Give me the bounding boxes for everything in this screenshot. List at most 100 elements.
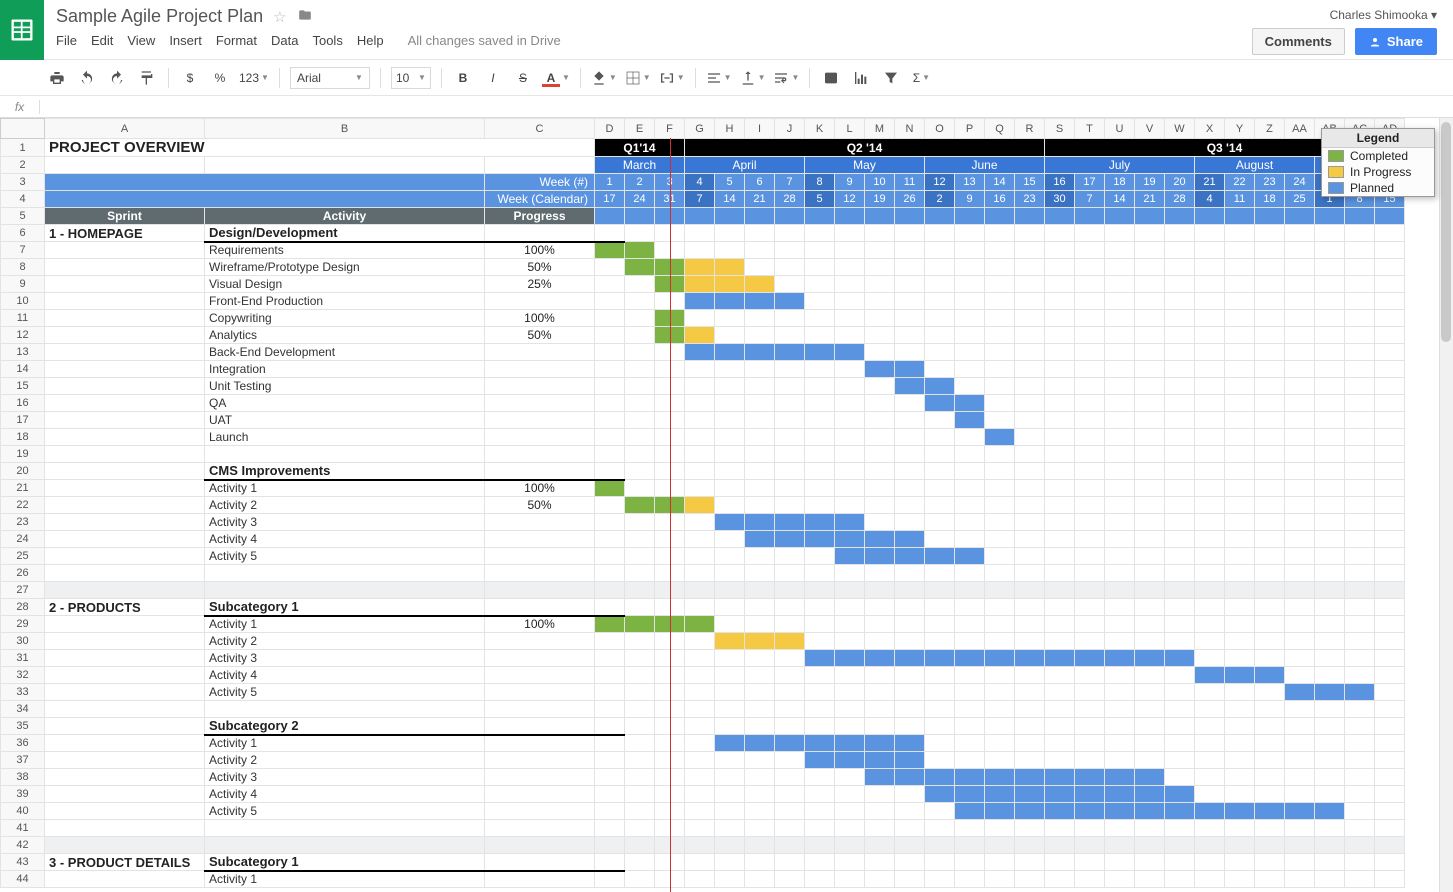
row-header[interactable]: 10: [1, 293, 45, 310]
menu-edit[interactable]: Edit: [91, 33, 113, 48]
progress-cell[interactable]: [485, 803, 595, 820]
row-header[interactable]: 31: [1, 650, 45, 667]
row-header[interactable]: 6: [1, 225, 45, 242]
row-header[interactable]: 8: [1, 259, 45, 276]
col-header[interactable]: H: [715, 119, 745, 139]
v-align-icon[interactable]: ▼: [740, 66, 766, 90]
star-icon[interactable]: ☆: [273, 8, 286, 26]
activity-cell[interactable]: [205, 446, 485, 463]
row-header[interactable]: 34: [1, 701, 45, 718]
activity-cell[interactable]: Front-End Production: [205, 293, 485, 310]
undo-icon[interactable]: [76, 66, 98, 90]
activity-cell[interactable]: Activity 4: [205, 667, 485, 684]
col-header[interactable]: J: [775, 119, 805, 139]
activity-cell[interactable]: Launch: [205, 429, 485, 446]
activity-cell[interactable]: Analytics: [205, 327, 485, 344]
row-header[interactable]: 12: [1, 327, 45, 344]
col-header[interactable]: A: [45, 119, 205, 139]
row-header[interactable]: 7: [1, 242, 45, 259]
row-header[interactable]: 27: [1, 582, 45, 599]
col-header[interactable]: Z: [1255, 119, 1285, 139]
activity-cell[interactable]: [205, 820, 485, 837]
progress-cell[interactable]: [485, 701, 595, 718]
progress-cell[interactable]: [485, 820, 595, 837]
col-header[interactable]: X: [1195, 119, 1225, 139]
row-header[interactable]: 19: [1, 446, 45, 463]
row-header[interactable]: 2: [1, 157, 45, 174]
progress-cell[interactable]: [485, 446, 595, 463]
merge-cells-icon[interactable]: ▼: [659, 66, 685, 90]
col-header[interactable]: Q: [985, 119, 1015, 139]
h-align-icon[interactable]: ▼: [706, 66, 732, 90]
col-header[interactable]: S: [1045, 119, 1075, 139]
activity-cell[interactable]: UAT: [205, 412, 485, 429]
progress-cell[interactable]: [485, 531, 595, 548]
menu-help[interactable]: Help: [357, 33, 384, 48]
text-wrap-icon[interactable]: ▼: [773, 66, 799, 90]
progress-cell[interactable]: [485, 344, 595, 361]
font-size-select[interactable]: 10▼: [391, 67, 431, 89]
col-header[interactable]: O: [925, 119, 955, 139]
activity-cell[interactable]: Activity 5: [205, 803, 485, 820]
row-header[interactable]: 3: [1, 174, 45, 191]
text-color-icon[interactable]: A▼: [542, 66, 570, 90]
bold-icon[interactable]: B: [452, 66, 474, 90]
activity-cell[interactable]: Activity 5: [205, 684, 485, 701]
col-header[interactable]: G: [685, 119, 715, 139]
progress-cell[interactable]: 50%: [485, 497, 595, 514]
comments-button[interactable]: Comments: [1252, 28, 1345, 55]
filter-icon[interactable]: [880, 66, 902, 90]
progress-cell[interactable]: [485, 684, 595, 701]
row-header[interactable]: 38: [1, 769, 45, 786]
progress-cell[interactable]: [485, 565, 595, 582]
row-header[interactable]: 39: [1, 786, 45, 803]
progress-cell[interactable]: 25%: [485, 276, 595, 293]
menu-view[interactable]: View: [127, 33, 155, 48]
row-header[interactable]: 23: [1, 514, 45, 531]
col-header[interactable]: I: [745, 119, 775, 139]
activity-cell[interactable]: Integration: [205, 361, 485, 378]
progress-cell[interactable]: [485, 378, 595, 395]
row-header[interactable]: 36: [1, 735, 45, 752]
activity-cell[interactable]: Activity 1: [205, 616, 485, 633]
row-header[interactable]: 11: [1, 310, 45, 327]
col-header[interactable]: N: [895, 119, 925, 139]
paint-format-icon[interactable]: [136, 66, 158, 90]
progress-cell[interactable]: [485, 412, 595, 429]
progress-cell[interactable]: 100%: [485, 616, 595, 633]
row-header[interactable]: 43: [1, 854, 45, 871]
row-header[interactable]: 9: [1, 276, 45, 293]
progress-cell[interactable]: 100%: [485, 310, 595, 327]
col-header[interactable]: T: [1075, 119, 1105, 139]
col-header[interactable]: D: [595, 119, 625, 139]
col-header[interactable]: K: [805, 119, 835, 139]
progress-cell[interactable]: [485, 395, 595, 412]
scroll-thumb[interactable]: [1441, 122, 1451, 342]
progress-cell[interactable]: 50%: [485, 259, 595, 276]
progress-cell[interactable]: [485, 361, 595, 378]
row-header[interactable]: 35: [1, 718, 45, 735]
print-icon[interactable]: [46, 66, 68, 90]
progress-cell[interactable]: [485, 786, 595, 803]
row-header[interactable]: 42: [1, 837, 45, 854]
italic-icon[interactable]: I: [482, 66, 504, 90]
col-header[interactable]: E: [625, 119, 655, 139]
activity-cell[interactable]: Activity 4: [205, 531, 485, 548]
col-header[interactable]: Y: [1225, 119, 1255, 139]
row-header[interactable]: 17: [1, 412, 45, 429]
menu-tools[interactable]: Tools: [312, 33, 342, 48]
row-header[interactable]: 25: [1, 548, 45, 565]
row-header[interactable]: 1: [1, 139, 45, 157]
progress-cell[interactable]: 100%: [485, 480, 595, 497]
row-header[interactable]: 40: [1, 803, 45, 820]
progress-cell[interactable]: [485, 769, 595, 786]
activity-cell[interactable]: Activity 3: [205, 769, 485, 786]
activity-cell[interactable]: [205, 565, 485, 582]
spreadsheet-grid[interactable]: ABCDEFGHIJKLMNOPQRSTUVWXYZAAABACAD1PROJE…: [0, 118, 1405, 888]
insert-chart-icon[interactable]: [850, 66, 872, 90]
progress-cell[interactable]: [485, 752, 595, 769]
progress-cell[interactable]: [485, 633, 595, 650]
col-header[interactable]: F: [655, 119, 685, 139]
activity-cell[interactable]: Wireframe/Prototype Design: [205, 259, 485, 276]
row-header[interactable]: 26: [1, 565, 45, 582]
